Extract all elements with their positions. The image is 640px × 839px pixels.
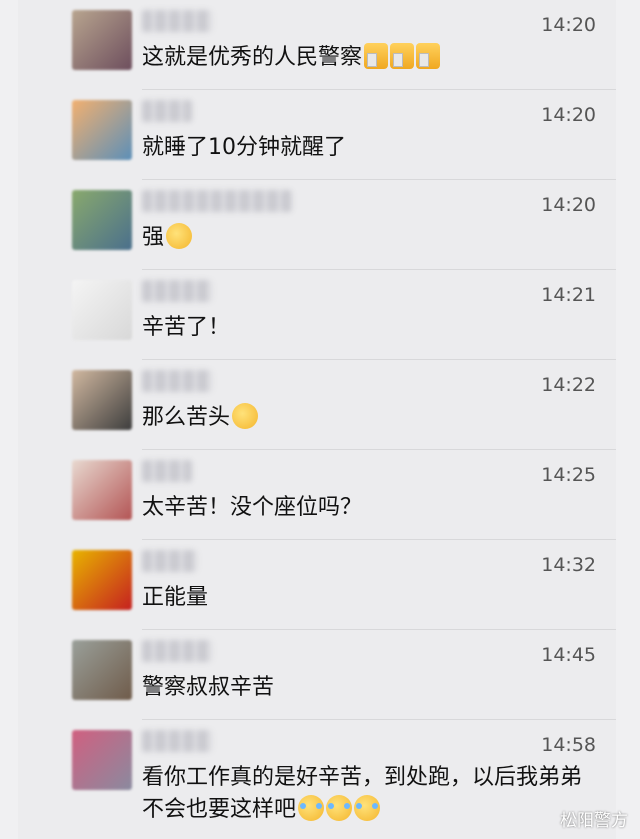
avatar[interactable] bbox=[72, 640, 132, 700]
laughing-tears-icon bbox=[326, 795, 353, 821]
message-body: 那么苦头 bbox=[142, 402, 592, 434]
sender-name-blurred bbox=[142, 640, 212, 662]
message-row[interactable]: 14:21 辛苦了！ bbox=[72, 270, 616, 360]
sender-name-blurred bbox=[142, 370, 212, 392]
avatar[interactable] bbox=[72, 100, 132, 160]
sender-name-blurred bbox=[142, 190, 292, 212]
avatar[interactable] bbox=[72, 370, 132, 430]
message-body: 警察叔叔辛苦 bbox=[142, 672, 592, 704]
laughing-tears-icon bbox=[298, 795, 325, 821]
avatar[interactable] bbox=[72, 190, 132, 250]
message-time: 14:25 bbox=[541, 464, 596, 486]
thumbs-up-icon bbox=[364, 43, 389, 69]
thumbs-up-icon bbox=[416, 43, 441, 69]
avatar[interactable] bbox=[72, 460, 132, 520]
sender-name-blurred bbox=[142, 550, 197, 572]
message-body: 这就是优秀的人民警察 bbox=[142, 42, 592, 74]
message-time: 14:58 bbox=[541, 734, 596, 756]
sender-name-blurred bbox=[142, 280, 212, 302]
message-body: 看你工作真的是好辛苦，到处跑，以后我弟弟不会也要这样吧 bbox=[142, 762, 592, 826]
message-body: 就睡了10分钟就醒了 bbox=[142, 132, 592, 164]
message-time: 14:20 bbox=[541, 194, 596, 216]
sender-name-blurred bbox=[142, 10, 212, 32]
message-text: 强 bbox=[142, 225, 165, 250]
message-row[interactable]: 14:20 强 bbox=[72, 180, 616, 270]
avatar[interactable] bbox=[72, 550, 132, 610]
message-row[interactable]: 14:32 正能量 bbox=[72, 540, 616, 630]
message-row[interactable]: 14:45 警察叔叔辛苦 bbox=[72, 630, 616, 720]
message-time: 14:20 bbox=[541, 14, 596, 36]
message-text: 就睡了10分钟就醒了 bbox=[142, 135, 346, 160]
message-text: 那么苦头 bbox=[142, 405, 231, 430]
message-body: 强 bbox=[142, 222, 592, 254]
message-text: 辛苦了！ bbox=[142, 315, 231, 340]
message-body: 正能量 bbox=[142, 582, 592, 614]
thinking-face-icon bbox=[166, 223, 193, 249]
sender-name-blurred bbox=[142, 460, 192, 482]
message-time: 14:20 bbox=[541, 104, 596, 126]
message-row[interactable]: 14:58 看你工作真的是好辛苦，到处跑，以后我弟弟不会也要这样吧 bbox=[72, 720, 616, 822]
message-text: 正能量 bbox=[142, 585, 209, 610]
sender-name-blurred bbox=[142, 730, 212, 752]
message-time: 14:22 bbox=[541, 374, 596, 396]
avatar[interactable] bbox=[72, 280, 132, 340]
message-row[interactable]: 14:20 这就是优秀的人民警察 bbox=[72, 0, 616, 90]
message-text: 太辛苦！没个座位吗？ bbox=[142, 495, 363, 520]
watermark: 松阳警方 bbox=[560, 811, 628, 831]
message-body: 太辛苦！没个座位吗？ bbox=[142, 492, 592, 524]
message-text: 这就是优秀的人民警察 bbox=[142, 45, 363, 70]
avatar[interactable] bbox=[72, 10, 132, 70]
sender-name-blurred bbox=[142, 100, 192, 122]
message-text: 警察叔叔辛苦 bbox=[142, 675, 275, 700]
message-time: 14:32 bbox=[541, 554, 596, 576]
message-row[interactable]: 14:22 那么苦头 bbox=[72, 360, 616, 450]
message-time: 14:45 bbox=[541, 644, 596, 666]
thumbs-up-icon bbox=[390, 43, 415, 69]
message-row[interactable]: 14:20 就睡了10分钟就醒了 bbox=[72, 90, 616, 180]
pleading-face-icon bbox=[232, 403, 259, 429]
message-row[interactable]: 14:25 太辛苦！没个座位吗？ bbox=[72, 450, 616, 540]
avatar[interactable] bbox=[72, 730, 132, 790]
laughing-tears-icon bbox=[354, 795, 381, 821]
message-time: 14:21 bbox=[541, 284, 596, 306]
message-body: 辛苦了！ bbox=[142, 312, 592, 344]
